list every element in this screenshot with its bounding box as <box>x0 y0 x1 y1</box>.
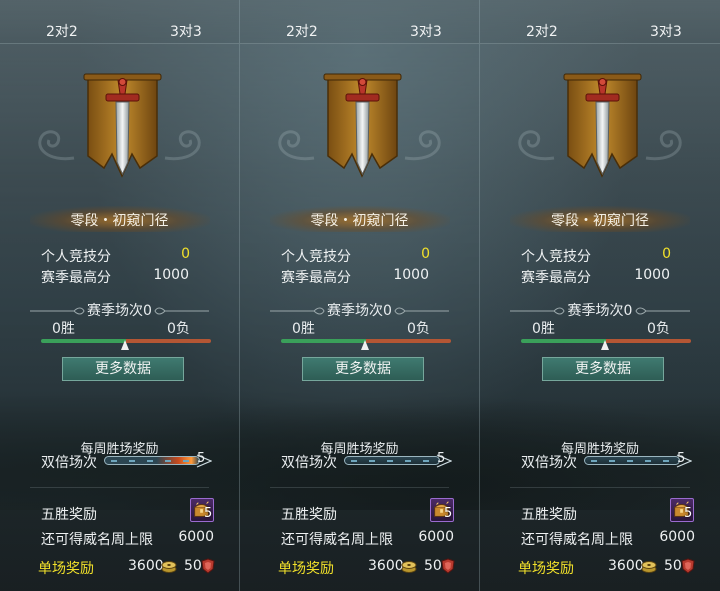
wins-count: 0胜 <box>532 321 555 337</box>
coin-icon <box>161 561 177 573</box>
more-data-button[interactable]: 更多数据 <box>302 357 424 381</box>
tab-3v3[interactable]: 3对3 <box>650 21 682 41</box>
double-matches-label: 双倍场次 <box>521 455 577 471</box>
win-loss-marker <box>361 340 369 350</box>
mode-tabs: 2对2 3对3 <box>240 0 479 44</box>
cloud-swirl-left-icon <box>38 130 75 161</box>
single-reward-honor: 50 <box>664 558 682 574</box>
ornament-right-icon <box>394 307 449 315</box>
more-data-button[interactable]: 更多数据 <box>62 357 184 381</box>
losses-count: 0负 <box>407 321 430 337</box>
honor-shield-icon <box>441 558 455 574</box>
rank-title: 零段・初窥门径 <box>551 213 649 229</box>
sword-banner-icon <box>563 73 642 178</box>
single-reward-coins: 3600 <box>608 558 644 574</box>
five-win-reward-count: 5 <box>204 506 213 521</box>
wins-count: 0胜 <box>52 321 75 337</box>
prestige-cap-value: 6000 <box>418 529 454 545</box>
tab-2v2[interactable]: 2对2 <box>46 21 78 41</box>
five-win-reward-label: 五胜奖励 <box>281 507 337 523</box>
single-reward-label: 单场奖励 <box>518 561 574 577</box>
double-matches-count: 5 <box>437 451 446 466</box>
prestige-cap-label: 还可得威名周上限 <box>281 532 393 548</box>
personal-score-value: 0 <box>181 246 190 262</box>
honor-shield-icon <box>201 558 215 574</box>
season-high-value: 1000 <box>153 267 189 283</box>
section-divider <box>510 487 690 488</box>
single-reward-label: 单场奖励 <box>38 561 94 577</box>
cloud-swirl-left-icon <box>278 130 315 161</box>
arena-panel-3: 2对2 3对3 零段・初窥门径 个人竞技分 0 赛季最高分 1000 赛季场次0… <box>480 0 720 591</box>
five-win-reward-count: 5 <box>684 506 693 521</box>
ornament-right-icon <box>154 307 209 315</box>
honor-shield-icon <box>681 558 695 574</box>
rank-title: 零段・初窥门径 <box>310 213 409 229</box>
wins-count: 0胜 <box>292 321 315 337</box>
five-win-reward-count: 5 <box>444 506 453 521</box>
more-data-button[interactable]: 更多数据 <box>542 357 664 381</box>
cloud-swirl-right-icon <box>164 130 201 161</box>
win-loss-marker <box>121 340 129 350</box>
tab-2v2[interactable]: 2对2 <box>526 21 558 41</box>
personal-score-label: 个人竞技分 <box>41 249 111 265</box>
section-divider <box>30 487 209 488</box>
ornament-right-icon <box>635 307 690 315</box>
prestige-cap-label: 还可得威名周上限 <box>521 532 633 548</box>
prestige-cap-label: 还可得威名周上限 <box>41 532 153 548</box>
prestige-cap-value: 6000 <box>659 529 695 545</box>
tab-2v2[interactable]: 2对2 <box>286 21 318 41</box>
arena-panel-1: 2对2 3对3 零段・初窥门径 个人竞技分 0 赛季最高分 1000 赛季场次0… <box>0 0 240 591</box>
rank-title: 零段・初窥门径 <box>70 213 169 229</box>
season-high-value: 1000 <box>634 267 670 283</box>
arena-panels: 2对2 3对3 零段・初窥门径 个人竞技分 0 赛季最高分 1000 赛季场次0… <box>0 0 720 591</box>
section-divider <box>270 487 449 488</box>
mode-tabs: 2对2 3对3 <box>0 0 239 44</box>
double-matches-count: 5 <box>677 451 686 466</box>
single-reward-coins: 3600 <box>368 558 404 574</box>
personal-score-value: 0 <box>662 246 671 262</box>
double-matches-label: 双倍场次 <box>41 455 97 471</box>
five-win-reward-label: 五胜奖励 <box>41 507 97 523</box>
cloud-swirl-right-icon <box>404 130 441 161</box>
single-reward-coins: 3600 <box>128 558 164 574</box>
coin-icon <box>641 561 657 573</box>
tab-3v3[interactable]: 3对3 <box>170 21 202 41</box>
double-matches-label: 双倍场次 <box>281 455 337 471</box>
double-matches-track <box>344 456 440 465</box>
arena-panel-2: 2对2 3对3 零段・初窥门径 个人竞技分 0 赛季最高分 1000 赛季场次0… <box>240 0 480 591</box>
sword-banner-icon <box>83 73 162 178</box>
coin-icon <box>401 561 417 573</box>
cloud-swirl-left-icon <box>518 130 555 161</box>
win-loss-marker <box>601 340 609 350</box>
single-reward-label: 单场奖励 <box>278 561 334 577</box>
double-matches-track <box>584 456 680 465</box>
single-reward-honor: 50 <box>184 558 202 574</box>
losses-count: 0负 <box>167 321 190 337</box>
mode-tabs: 2对2 3对3 <box>480 0 720 44</box>
cloud-swirl-right-icon <box>645 130 682 161</box>
five-win-reward-label: 五胜奖励 <box>521 507 577 523</box>
season-high-label: 赛季最高分 <box>521 270 591 286</box>
personal-score-label: 个人竞技分 <box>521 249 591 265</box>
personal-score-value: 0 <box>421 246 430 262</box>
single-reward-honor: 50 <box>424 558 442 574</box>
season-high-label: 赛季最高分 <box>281 270 351 286</box>
season-high-value: 1000 <box>393 267 429 283</box>
season-high-label: 赛季最高分 <box>41 270 111 286</box>
double-matches-track <box>104 456 200 465</box>
prestige-cap-value: 6000 <box>178 529 214 545</box>
sword-banner-icon <box>323 73 402 178</box>
personal-score-label: 个人竞技分 <box>281 249 351 265</box>
tab-3v3[interactable]: 3对3 <box>410 21 442 41</box>
losses-count: 0负 <box>647 321 670 337</box>
double-matches-count: 5 <box>197 451 206 466</box>
